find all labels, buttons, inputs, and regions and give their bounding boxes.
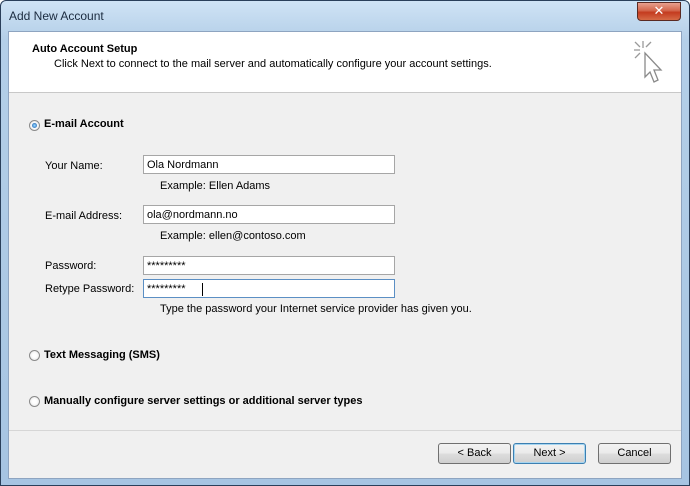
retype-password-label: Retype Password: — [45, 283, 135, 295]
sms-label[interactable]: Text Messaging (SMS) — [44, 349, 160, 361]
header-panel: Auto Account Setup Click Next to connect… — [9, 32, 681, 93]
manual-config-label[interactable]: Manually configure server settings or ad… — [44, 395, 363, 407]
email-address-input[interactable]: ola@nordmann.no — [143, 205, 395, 224]
close-icon: ✕ — [653, 4, 665, 19]
your-name-label: Your Name: — [45, 160, 103, 172]
window-title: Add New Account — [9, 9, 104, 23]
text-caret — [202, 283, 203, 296]
close-button[interactable]: ✕ — [637, 2, 681, 21]
footer-divider — [9, 430, 681, 431]
your-name-hint: Example: Ellen Adams — [160, 180, 271, 192]
dialog-body: Auto Account Setup Click Next to connect… — [8, 31, 682, 479]
password-label: Password: — [45, 260, 97, 272]
your-name-input[interactable]: Ola Nordmann — [143, 155, 395, 174]
add-account-window: Add New Account ✕ Auto Account Setup Cli… — [0, 0, 690, 486]
password-hint: Type the password your Internet service … — [160, 303, 472, 315]
manual-config-radio[interactable] — [29, 396, 40, 407]
email-address-label: E-mail Address: — [45, 210, 123, 222]
sms-radio[interactable] — [29, 350, 40, 361]
retype-password-value: ********* — [147, 283, 186, 295]
retype-password-input[interactable]: ********* — [143, 279, 395, 298]
email-account-radio[interactable] — [29, 120, 40, 131]
email-account-label[interactable]: E-mail Account — [44, 118, 124, 130]
email-address-hint: Example: ellen@contoso.com — [160, 230, 306, 242]
cancel-button[interactable]: Cancel — [598, 443, 671, 464]
password-input[interactable]: ********* — [143, 256, 395, 275]
header-subtitle: Click Next to connect to the mail server… — [54, 58, 492, 70]
back-button[interactable]: < Back — [438, 443, 511, 464]
next-button[interactable]: Next > — [513, 443, 586, 464]
title-bar: Add New Account ✕ — [1, 1, 689, 31]
header-title: Auto Account Setup — [32, 43, 138, 55]
cursor-sparkle-icon — [634, 41, 663, 83]
